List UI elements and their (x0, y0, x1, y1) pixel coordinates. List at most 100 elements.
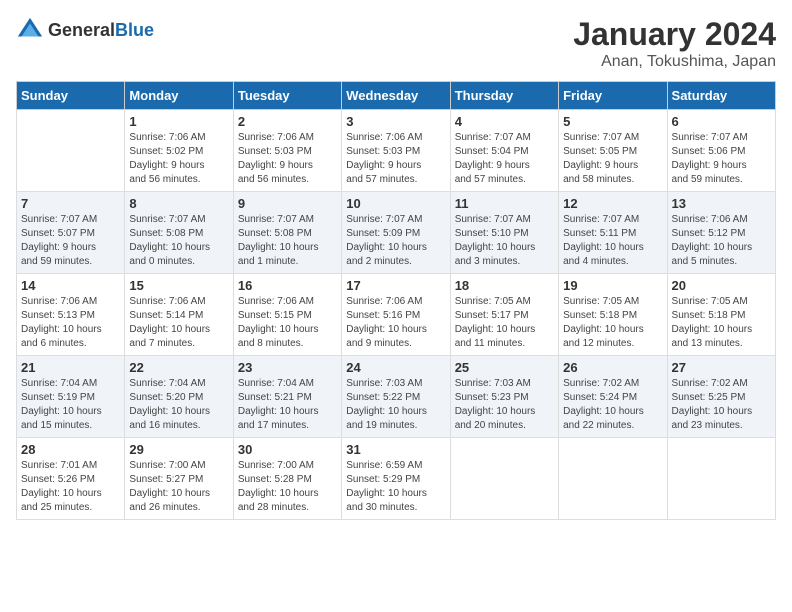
day-info: Sunrise: 7:07 AM Sunset: 5:07 PM Dayligh… (21, 213, 120, 269)
day-info: Sunrise: 7:03 AM Sunset: 5:22 PM Dayligh… (346, 377, 445, 433)
calendar-day-cell (17, 110, 125, 192)
calendar-body: 1 Sunrise: 7:06 AM Sunset: 5:02 PM Daylig… (17, 110, 776, 520)
day-info: Sunrise: 7:07 AM Sunset: 5:10 PM Dayligh… (455, 213, 554, 269)
day-number: 2 (238, 114, 337, 129)
day-number: 10 (346, 196, 445, 211)
day-number: 27 (672, 360, 771, 375)
calendar-day-cell: 1 Sunrise: 7:06 AM Sunset: 5:02 PM Daylig… (125, 110, 233, 192)
day-number: 9 (238, 196, 337, 211)
day-number: 11 (455, 196, 554, 211)
day-info: Sunrise: 7:04 AM Sunset: 5:21 PM Dayligh… (238, 377, 337, 433)
calendar-day-cell: 10Sunrise: 7:07 AM Sunset: 5:09 PM Dayli… (342, 192, 450, 274)
day-number: 4 (455, 114, 554, 129)
calendar-day-cell: 23 Sunrise: 7:04 AM Sunset: 5:21 PM Dayli… (233, 356, 341, 438)
calendar-day-cell: 5Sunrise: 7:07 AM Sunset: 5:05 PM Daylig… (559, 110, 667, 192)
day-number: 30 (238, 442, 337, 457)
day-info: Sunrise: 7:06 AM Sunset: 5:16 PM Dayligh… (346, 295, 445, 351)
logo-icon (16, 16, 44, 44)
day-number: 21 (21, 360, 120, 375)
calendar-day-cell (667, 438, 775, 520)
calendar-table: SundayMondayTuesdayWednesdayThursdayFrid… (16, 81, 776, 520)
day-number: 18 (455, 278, 554, 293)
day-info: Sunrise: 6:59 AM Sunset: 5:29 PM Dayligh… (346, 459, 445, 515)
page-header: GeneralBlue January 2024 Anan, Tokushima… (16, 16, 776, 71)
calendar-day-cell: 11 Sunrise: 7:07 AM Sunset: 5:10 PM Dayli… (450, 192, 558, 274)
day-number: 1 (129, 114, 228, 129)
day-number: 13 (672, 196, 771, 211)
calendar-day-cell: 8Sunrise: 7:07 AM Sunset: 5:08 PM Daylig… (125, 192, 233, 274)
day-info: Sunrise: 7:05 AM Sunset: 5:18 PM Dayligh… (563, 295, 662, 351)
calendar-day-cell: 17Sunrise: 7:06 AM Sunset: 5:16 PM Dayli… (342, 274, 450, 356)
day-info: Sunrise: 7:03 AM Sunset: 5:23 PM Dayligh… (455, 377, 554, 433)
weekday-header: Friday (559, 82, 667, 110)
day-number: 16 (238, 278, 337, 293)
day-number: 28 (21, 442, 120, 457)
calendar-day-cell: 27 Sunrise: 7:02 AM Sunset: 5:25 PM Dayli… (667, 356, 775, 438)
day-info: Sunrise: 7:07 AM Sunset: 5:04 PM Dayligh… (455, 131, 554, 187)
day-number: 24 (346, 360, 445, 375)
day-number: 23 (238, 360, 337, 375)
day-info: Sunrise: 7:06 AM Sunset: 5:12 PM Dayligh… (672, 213, 771, 269)
calendar-day-cell: 28 Sunrise: 7:01 AM Sunset: 5:26 PM Dayli… (17, 438, 125, 520)
day-info: Sunrise: 7:05 AM Sunset: 5:18 PM Dayligh… (672, 295, 771, 351)
day-info: Sunrise: 7:02 AM Sunset: 5:24 PM Dayligh… (563, 377, 662, 433)
calendar-day-cell: 4 Sunrise: 7:07 AM Sunset: 5:04 PM Daylig… (450, 110, 558, 192)
day-number: 20 (672, 278, 771, 293)
day-info: Sunrise: 7:07 AM Sunset: 5:08 PM Dayligh… (238, 213, 337, 269)
calendar-week-row: 21 Sunrise: 7:04 AM Sunset: 5:19 PM Dayli… (17, 356, 776, 438)
calendar-week-row: 14Sunrise: 7:06 AM Sunset: 5:13 PM Dayli… (17, 274, 776, 356)
calendar-day-cell: 24 Sunrise: 7:03 AM Sunset: 5:22 PM Dayli… (342, 356, 450, 438)
day-info: Sunrise: 7:06 AM Sunset: 5:14 PM Dayligh… (129, 295, 228, 351)
day-number: 6 (672, 114, 771, 129)
calendar-week-row: 28 Sunrise: 7:01 AM Sunset: 5:26 PM Dayli… (17, 438, 776, 520)
calendar-day-cell: 3Sunrise: 7:06 AM Sunset: 5:03 PM Daylig… (342, 110, 450, 192)
day-info: Sunrise: 7:06 AM Sunset: 5:03 PM Dayligh… (238, 131, 337, 187)
calendar-day-cell: 13 Sunrise: 7:06 AM Sunset: 5:12 PM Dayli… (667, 192, 775, 274)
day-number: 5 (563, 114, 662, 129)
day-info: Sunrise: 7:04 AM Sunset: 5:19 PM Dayligh… (21, 377, 120, 433)
calendar-day-cell (450, 438, 558, 520)
day-number: 26 (563, 360, 662, 375)
calendar-day-cell: 25 Sunrise: 7:03 AM Sunset: 5:23 PM Dayli… (450, 356, 558, 438)
day-info: Sunrise: 7:02 AM Sunset: 5:25 PM Dayligh… (672, 377, 771, 433)
day-info: Sunrise: 7:07 AM Sunset: 5:06 PM Dayligh… (672, 131, 771, 187)
weekday-header: Monday (125, 82, 233, 110)
weekday-row: SundayMondayTuesdayWednesdayThursdayFrid… (17, 82, 776, 110)
day-number: 7 (21, 196, 120, 211)
calendar-day-cell: 26 Sunrise: 7:02 AM Sunset: 5:24 PM Dayli… (559, 356, 667, 438)
calendar-day-cell (559, 438, 667, 520)
day-number: 31 (346, 442, 445, 457)
day-info: Sunrise: 7:04 AM Sunset: 5:20 PM Dayligh… (129, 377, 228, 433)
day-number: 15 (129, 278, 228, 293)
day-number: 14 (21, 278, 120, 293)
day-info: Sunrise: 7:07 AM Sunset: 5:11 PM Dayligh… (563, 213, 662, 269)
calendar-day-cell: 21 Sunrise: 7:04 AM Sunset: 5:19 PM Dayli… (17, 356, 125, 438)
calendar-day-cell: 29 Sunrise: 7:00 AM Sunset: 5:27 PM Dayli… (125, 438, 233, 520)
day-info: Sunrise: 7:01 AM Sunset: 5:26 PM Dayligh… (21, 459, 120, 515)
title-area: January 2024 Anan, Tokushima, Japan (573, 16, 776, 71)
calendar-day-cell: 18 Sunrise: 7:05 AM Sunset: 5:17 PM Dayli… (450, 274, 558, 356)
calendar-day-cell: 6 Sunrise: 7:07 AM Sunset: 5:06 PM Daylig… (667, 110, 775, 192)
logo-text: GeneralBlue (48, 20, 154, 41)
day-number: 22 (129, 360, 228, 375)
calendar-day-cell: 2 Sunrise: 7:06 AM Sunset: 5:03 PM Daylig… (233, 110, 341, 192)
day-number: 12 (563, 196, 662, 211)
calendar-day-cell: 9 Sunrise: 7:07 AM Sunset: 5:08 PM Daylig… (233, 192, 341, 274)
day-info: Sunrise: 7:06 AM Sunset: 5:02 PM Dayligh… (129, 131, 228, 187)
calendar-header: SundayMondayTuesdayWednesdayThursdayFrid… (17, 82, 776, 110)
month-title: January 2024 (573, 16, 776, 53)
day-info: Sunrise: 7:06 AM Sunset: 5:15 PM Dayligh… (238, 295, 337, 351)
day-info: Sunrise: 7:05 AM Sunset: 5:17 PM Dayligh… (455, 295, 554, 351)
calendar-day-cell: 15 Sunrise: 7:06 AM Sunset: 5:14 PM Dayli… (125, 274, 233, 356)
day-info: Sunrise: 7:00 AM Sunset: 5:28 PM Dayligh… (238, 459, 337, 515)
day-number: 29 (129, 442, 228, 457)
day-info: Sunrise: 7:07 AM Sunset: 5:08 PM Dayligh… (129, 213, 228, 269)
day-info: Sunrise: 7:00 AM Sunset: 5:27 PM Dayligh… (129, 459, 228, 515)
day-number: 3 (346, 114, 445, 129)
day-number: 25 (455, 360, 554, 375)
logo-blue: Blue (115, 20, 154, 40)
calendar-day-cell: 16 Sunrise: 7:06 AM Sunset: 5:15 PM Dayli… (233, 274, 341, 356)
calendar-day-cell: 7 Sunrise: 7:07 AM Sunset: 5:07 PM Daylig… (17, 192, 125, 274)
weekday-header: Wednesday (342, 82, 450, 110)
calendar-day-cell: 31 Sunrise: 6:59 AM Sunset: 5:29 PM Dayli… (342, 438, 450, 520)
